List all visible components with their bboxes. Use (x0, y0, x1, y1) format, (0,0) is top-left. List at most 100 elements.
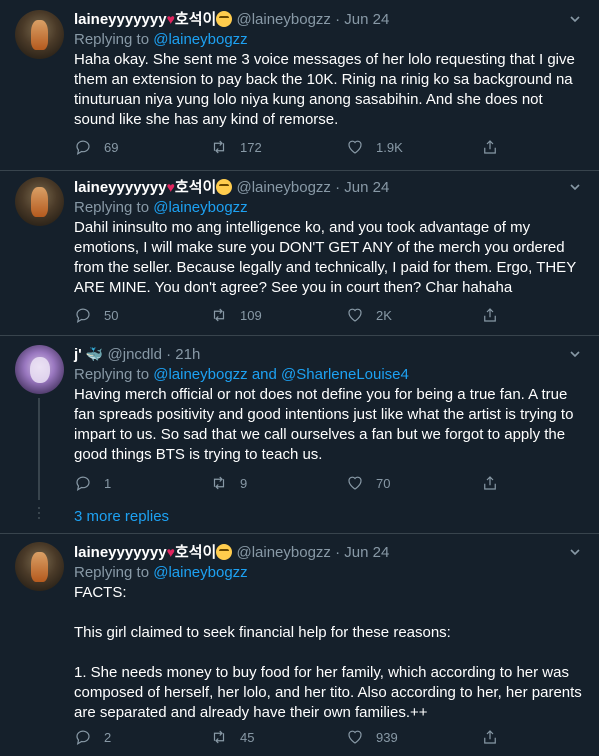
retweet-button[interactable]: 109 (210, 305, 262, 325)
retweet-count: 172 (240, 139, 262, 155)
retweet-icon (213, 476, 225, 490)
avatar[interactable] (15, 542, 64, 591)
handle[interactable]: @laineybogzz (236, 544, 330, 561)
like-count: 1.9K (376, 139, 403, 155)
tweet-actions: 69 172 1.9K (74, 137, 504, 157)
reply-button[interactable]: 2 (74, 727, 111, 747)
tweet-text: Haha okay. She sent me 3 voice messages … (74, 51, 575, 128)
like-button[interactable]: 70 (346, 473, 390, 493)
avatar[interactable] (15, 345, 64, 394)
retweet-button[interactable]: 172 (210, 137, 262, 157)
share-icon (484, 308, 496, 322)
tweet-actions: 1 9 70 (74, 473, 504, 493)
display-name-suffix[interactable]: 호석이 (175, 11, 216, 28)
mention-link[interactable]: @laineybogzz (153, 366, 247, 383)
reply-button[interactable]: 69 (74, 137, 118, 157)
separator-dot: · (166, 346, 172, 363)
retweet-count: 9 (240, 475, 248, 491)
chevron-down-icon[interactable] (568, 180, 582, 194)
tweet-actions: 50 109 2K (74, 305, 504, 325)
thread-dot (38, 507, 40, 509)
heart-icon (348, 730, 362, 744)
display-name-suffix[interactable]: 호석이 (175, 179, 216, 196)
thread-dot (38, 517, 40, 519)
timestamp[interactable]: Jun 24 (344, 11, 389, 28)
timestamp[interactable]: 21h (175, 346, 200, 363)
replying-to: Replying to @laineybogzz (74, 563, 584, 583)
replying-to: Replying to @laineybogzz (74, 30, 584, 50)
share-button[interactable] (481, 305, 499, 325)
replying-prefix: Replying to (74, 31, 150, 48)
reply-icon (76, 476, 90, 491)
heart-emoji-icon: ♥ (166, 544, 175, 560)
display-name[interactable]: laineyyyyyyy (74, 179, 167, 196)
thread-dot (38, 512, 40, 514)
chevron-down-icon[interactable] (568, 12, 582, 26)
reply-count: 2 (104, 729, 112, 745)
heart-emoji-icon: ♥ (166, 11, 175, 27)
like-button[interactable]: 2K (346, 305, 392, 325)
tweet-3[interactable]: j' 🐳 @jncdld · 21h Replying to @laineybo… (0, 336, 599, 533)
display-name[interactable]: j' (74, 346, 82, 363)
retweet-icon (213, 730, 225, 744)
display-name-suffix[interactable]: 호석이 (175, 544, 216, 561)
share-icon (484, 476, 496, 490)
like-button[interactable]: 939 (346, 727, 398, 747)
thread-line (38, 398, 40, 500)
handle[interactable]: @laineybogzz (236, 179, 330, 196)
like-count: 939 (376, 729, 398, 745)
replying-prefix: Replying to (74, 199, 150, 216)
tweet-text: FACTS: This girl claimed to seek financi… (74, 584, 582, 721)
handle[interactable]: @laineybogzz (236, 11, 330, 28)
timestamp[interactable]: Jun 24 (344, 179, 389, 196)
tweet-header: laineyyyyyyy♥호석이 @laineybogzz · Jun 24 (74, 9, 584, 29)
like-button[interactable]: 1.9K (346, 137, 403, 157)
retweet-icon (213, 308, 225, 322)
mention-link[interactable]: @laineybogzz (153, 564, 247, 581)
replying-prefix: Replying to (74, 564, 150, 581)
reply-button[interactable]: 50 (74, 305, 118, 325)
tweet-actions: 2 45 939 (74, 727, 504, 747)
retweet-button[interactable]: 9 (210, 473, 247, 493)
chevron-down-icon[interactable] (568, 347, 582, 361)
tweet-text: Having merch official or not does not de… (74, 386, 574, 463)
timestamp[interactable]: Jun 24 (344, 544, 389, 561)
reply-count: 50 (104, 307, 119, 323)
mention-link[interactable]: @laineybogzz (153, 31, 247, 48)
reply-count: 69 (104, 139, 119, 155)
more-replies-link[interactable]: 3 more replies (74, 508, 169, 525)
share-icon (484, 140, 496, 154)
share-button[interactable] (481, 137, 499, 157)
retweet-button[interactable]: 45 (210, 727, 254, 747)
mention-link[interactable]: @SharleneLouise4 (281, 366, 409, 383)
tweet-1[interactable]: laineyyyyyyy♥호석이 @laineybogzz · Jun 24 R… (0, 0, 599, 170)
tweet-header: laineyyyyyyy♥호석이 @laineybogzz · Jun 24 (74, 542, 584, 562)
avatar[interactable] (15, 10, 64, 59)
reply-button[interactable]: 1 (74, 473, 111, 493)
share-button[interactable] (481, 727, 499, 747)
avatar[interactable] (15, 177, 64, 226)
reply-icon (76, 140, 90, 155)
display-name[interactable]: laineyyyyyyy (74, 11, 167, 28)
display-name[interactable]: laineyyyyyyy (74, 544, 167, 561)
share-icon (484, 730, 496, 744)
retweet-icon (213, 140, 225, 154)
separator-dot: · (335, 179, 341, 196)
replying-to: Replying to @laineybogzz and @SharleneLo… (74, 365, 584, 385)
handle[interactable]: @jncdld (108, 346, 162, 363)
mention-conjunction[interactable]: and (252, 366, 277, 383)
retweet-count: 45 (240, 729, 255, 745)
chevron-down-icon[interactable] (568, 545, 582, 559)
mention-link[interactable]: @laineybogzz (153, 199, 247, 216)
face-emoji-icon (216, 11, 233, 27)
separator-dot: · (335, 11, 341, 28)
heart-icon (348, 140, 362, 154)
share-button[interactable] (481, 473, 499, 493)
like-count: 2K (376, 307, 392, 323)
tweet-2[interactable]: laineyyyyyyy♥호석이 @laineybogzz · Jun 24 R… (0, 171, 599, 335)
heart-icon (348, 476, 362, 490)
tweet-4[interactable]: laineyyyyyyy♥호석이 @laineybogzz · Jun 24 R… (0, 534, 599, 756)
reply-icon (76, 730, 90, 745)
retweet-count: 109 (240, 307, 262, 323)
face-emoji-icon (216, 179, 233, 195)
